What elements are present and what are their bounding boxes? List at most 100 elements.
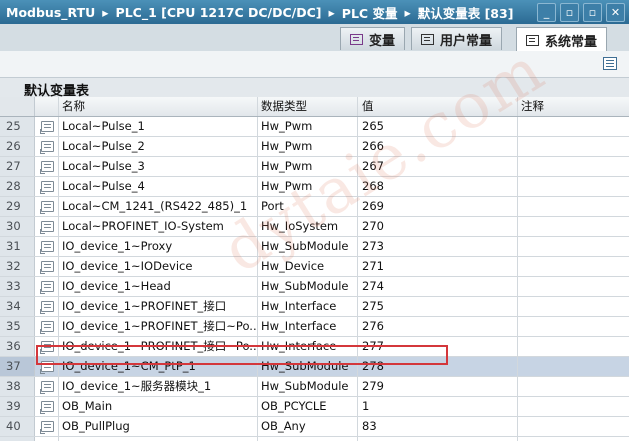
constant-name[interactable]: Local~Pulse_4	[59, 177, 258, 196]
comment[interactable]	[518, 357, 629, 376]
constant-value[interactable]: 274	[358, 277, 518, 296]
comment[interactable]	[518, 197, 629, 216]
data-type[interactable]: OB_Any	[258, 437, 358, 441]
header-name[interactable]: 名称	[59, 97, 258, 116]
comment[interactable]	[518, 377, 629, 396]
table-row[interactable]: 30 Local~PROFINET_IO-System Hw_IoSystem 270	[0, 217, 629, 237]
table-row[interactable]: 34 IO_device_1~PROFINET_接口 Hw_Interface 275	[0, 297, 629, 317]
data-type[interactable]: Hw_Pwm	[258, 177, 358, 196]
table-row[interactable]: 38 IO_device_1~服务器模块_1 Hw_SubModule 279	[0, 377, 629, 397]
constant-value[interactable]: 273	[358, 237, 518, 256]
comment[interactable]	[518, 157, 629, 176]
data-type[interactable]: Hw_Interface	[258, 337, 358, 356]
export-icon[interactable]	[603, 57, 617, 70]
constant-value[interactable]: 275	[358, 297, 518, 316]
constant-name[interactable]: IO_device_1~CM_PtP_1	[59, 357, 258, 376]
comment[interactable]	[518, 117, 629, 136]
comment[interactable]	[518, 297, 629, 316]
data-type[interactable]: Hw_SubModule	[258, 357, 358, 376]
table-row[interactable]: 31 IO_device_1~Proxy Hw_SubModule 273	[0, 237, 629, 257]
data-type[interactable]: Hw_SubModule	[258, 377, 358, 396]
header-value[interactable]: 值	[358, 97, 518, 116]
constant-name[interactable]: IO_device_1~PROFINET_接口~Po...	[59, 317, 258, 336]
comment[interactable]	[518, 257, 629, 276]
data-type[interactable]: Hw_IoSystem	[258, 217, 358, 236]
constant-name[interactable]: IO_device_1~IODevice	[59, 257, 258, 276]
constant-value[interactable]: 267	[358, 157, 518, 176]
table-row[interactable]: 27 Local~Pulse_3 Hw_Pwm 267	[0, 157, 629, 177]
data-type[interactable]: OB_Any	[258, 417, 358, 436]
comment[interactable]	[518, 337, 629, 356]
table-row[interactable]: 39 OB_Main OB_PCYCLE 1	[0, 397, 629, 417]
constant-value[interactable]: 86	[358, 437, 518, 441]
constant-name[interactable]: IO_device_1~服务器模块_1	[59, 377, 258, 396]
table-row[interactable]: 32 IO_device_1~IODevice Hw_Device 271	[0, 257, 629, 277]
constant-value[interactable]: 277	[358, 337, 518, 356]
table-row[interactable]: 33 IO_device_1~Head Hw_SubModule 274	[0, 277, 629, 297]
constant-value[interactable]: 278	[358, 357, 518, 376]
float-button[interactable]: ▫	[583, 3, 602, 22]
data-type[interactable]: OB_PCYCLE	[258, 397, 358, 416]
constant-value[interactable]: 268	[358, 177, 518, 196]
table-row[interactable]: 41 OB_RackStationFailureOB_Any86	[0, 437, 629, 441]
restore-button[interactable]: ▫	[560, 3, 579, 22]
tab-user-constants[interactable]: 用户常量	[411, 27, 503, 50]
constant-name[interactable]: OB_Main	[59, 397, 258, 416]
constant-value[interactable]: 271	[358, 257, 518, 276]
constant-value[interactable]: 1	[358, 397, 518, 416]
table-row[interactable]: 28 Local~Pulse_4 Hw_Pwm 268	[0, 177, 629, 197]
constant-value[interactable]: 265	[358, 117, 518, 136]
tab-tags[interactable]: 变量	[340, 27, 406, 50]
data-type[interactable]: Hw_Interface	[258, 317, 358, 336]
minimize-button[interactable]: _	[537, 3, 556, 22]
data-type[interactable]: Hw_SubModule	[258, 277, 358, 296]
table-row[interactable]: 37 IO_device_1~CM_PtP_1 Hw_SubModule 278	[0, 357, 629, 377]
breadcrumb-plc[interactable]: PLC_1 [CPU 1217C DC/DC/DC]	[116, 5, 322, 20]
constant-name[interactable]: IO_device_1~PROFINET_接口	[59, 297, 258, 316]
comment[interactable]	[518, 437, 629, 441]
comment[interactable]	[518, 177, 629, 196]
data-type[interactable]: Hw_SubModule	[258, 237, 358, 256]
constant-value[interactable]: 269	[358, 197, 518, 216]
tab-system-constants[interactable]: 系统常量	[516, 27, 608, 52]
constant-value[interactable]: 83	[358, 417, 518, 436]
constant-name[interactable]: Local~Pulse_1	[59, 117, 258, 136]
table-row[interactable]: 29 Local~CM_1241_(RS422_485)_1 Port 269	[0, 197, 629, 217]
comment[interactable]	[518, 317, 629, 336]
constant-name[interactable]: IO_device_1~Head	[59, 277, 258, 296]
constant-name[interactable]: Local~CM_1241_(RS422_485)_1	[59, 197, 258, 216]
comment[interactable]	[518, 237, 629, 256]
constant-name[interactable]: OB_PullPlug	[59, 417, 258, 436]
constant-value[interactable]: 270	[358, 217, 518, 236]
breadcrumb-plc-tags[interactable]: PLC 变量	[342, 3, 398, 22]
breadcrumb-project[interactable]: Modbus_RTU	[6, 5, 95, 20]
constant-name[interactable]: Local~PROFINET_IO-System	[59, 217, 258, 236]
constant-name[interactable]: Local~Pulse_3	[59, 157, 258, 176]
table-row[interactable]: 25 Local~Pulse_1 Hw_Pwm 265	[0, 117, 629, 137]
data-type[interactable]: Hw_Pwm	[258, 117, 358, 136]
close-button[interactable]: ✕	[606, 3, 625, 22]
table-row[interactable]: 35 IO_device_1~PROFINET_接口~Po... Hw_Interf…	[0, 317, 629, 337]
data-type[interactable]: Hw_Device	[258, 257, 358, 276]
constant-name[interactable]: OB_RackStationFailure	[59, 437, 258, 441]
constant-name[interactable]: IO_device_1~Proxy	[59, 237, 258, 256]
constant-name[interactable]: IO_device_1~PROFINET_接口~Po...	[59, 337, 258, 356]
table-row[interactable]: 26 Local~Pulse_2 Hw_Pwm 266	[0, 137, 629, 157]
data-type[interactable]: Hw_Interface	[258, 297, 358, 316]
table-row[interactable]: 40 OB_PullPlug OB_Any 83	[0, 417, 629, 437]
header-comment[interactable]: 注释	[518, 97, 629, 116]
constant-value[interactable]: 276	[358, 317, 518, 336]
constant-value[interactable]: 266	[358, 137, 518, 156]
data-type[interactable]: Hw_Pwm	[258, 137, 358, 156]
constant-name[interactable]: Local~Pulse_2	[59, 137, 258, 156]
data-type[interactable]: Hw_Pwm	[258, 157, 358, 176]
comment[interactable]	[518, 397, 629, 416]
data-type[interactable]: Port	[258, 197, 358, 216]
comment[interactable]	[518, 217, 629, 236]
comment[interactable]	[518, 137, 629, 156]
constant-value[interactable]: 279	[358, 377, 518, 396]
table-row[interactable]: 36 IO_device_1~PROFINET_接口~Po... Hw_Interf…	[0, 337, 629, 357]
header-type[interactable]: 数据类型	[258, 97, 358, 116]
comment[interactable]	[518, 417, 629, 436]
comment[interactable]	[518, 277, 629, 296]
